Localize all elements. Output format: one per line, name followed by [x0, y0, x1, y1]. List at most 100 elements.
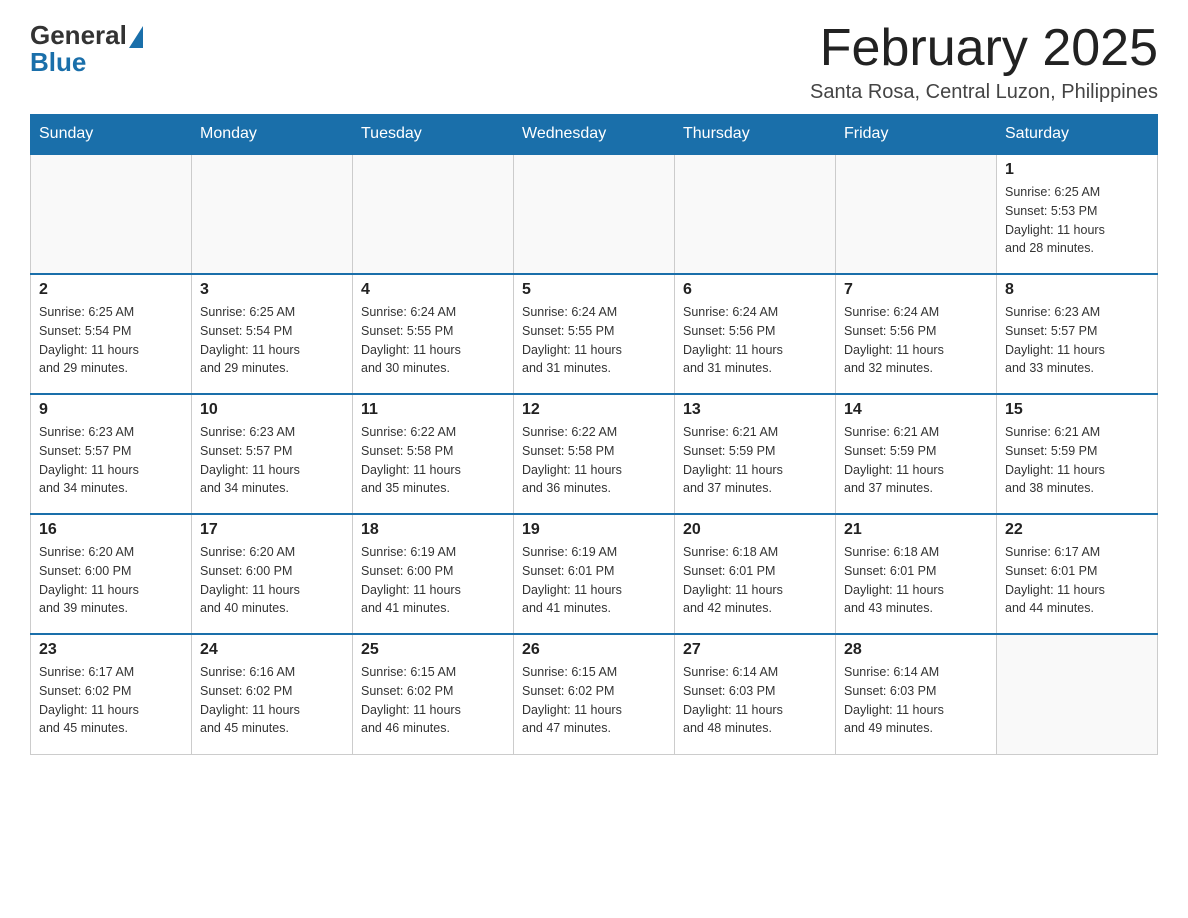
- day-info: Sunrise: 6:24 AM Sunset: 5:56 PM Dayligh…: [844, 303, 988, 378]
- day-info: Sunrise: 6:19 AM Sunset: 6:00 PM Dayligh…: [361, 543, 505, 618]
- day-info: Sunrise: 6:14 AM Sunset: 6:03 PM Dayligh…: [683, 663, 827, 738]
- table-row: 18 Sunrise: 6:19 AM Sunset: 6:00 PM Dayli…: [353, 514, 514, 634]
- day-info: Sunrise: 6:18 AM Sunset: 6:01 PM Dayligh…: [683, 543, 827, 618]
- day-number: 24: [200, 641, 344, 659]
- day-info: Sunrise: 6:20 AM Sunset: 6:00 PM Dayligh…: [200, 543, 344, 618]
- day-number: 21: [844, 521, 988, 539]
- day-info: Sunrise: 6:23 AM Sunset: 5:57 PM Dayligh…: [200, 423, 344, 498]
- day-number: 17: [200, 521, 344, 539]
- day-number: 13: [683, 401, 827, 419]
- table-row: 6Sunrise: 6:24 AM Sunset: 5:56 PM Daylig…: [675, 274, 836, 394]
- table-row: 15 Sunrise: 6:21 AM Sunset: 5:59 PM Dayli…: [997, 394, 1158, 514]
- logo-blue-text: Blue: [30, 47, 86, 78]
- table-row: [31, 154, 192, 274]
- day-info: Sunrise: 6:17 AM Sunset: 6:02 PM Dayligh…: [39, 663, 183, 738]
- col-thursday: Thursday: [675, 115, 836, 155]
- table-row: 4 Sunrise: 6:24 AM Sunset: 5:55 PM Daylig…: [353, 274, 514, 394]
- day-info: Sunrise: 6:15 AM Sunset: 6:02 PM Dayligh…: [522, 663, 666, 738]
- day-number: 1: [1005, 161, 1149, 179]
- table-row: 26 Sunrise: 6:15 AM Sunset: 6:02 PM Dayli…: [514, 634, 675, 754]
- col-monday: Monday: [192, 115, 353, 155]
- calendar-week-row: 9 Sunrise: 6:23 AM Sunset: 5:57 PM Daylig…: [31, 394, 1158, 514]
- day-number: 5: [522, 281, 666, 299]
- location-subtitle: Santa Rosa, Central Luzon, Philippines: [810, 81, 1158, 104]
- table-row: [836, 154, 997, 274]
- table-row: 13 Sunrise: 6:21 AM Sunset: 5:59 PM Dayli…: [675, 394, 836, 514]
- day-number: 20: [683, 521, 827, 539]
- day-number: 12: [522, 401, 666, 419]
- table-row: 8 Sunrise: 6:23 AM Sunset: 5:57 PM Daylig…: [997, 274, 1158, 394]
- day-info: Sunrise: 6:23 AM Sunset: 5:57 PM Dayligh…: [1005, 303, 1149, 378]
- day-info: Sunrise: 6:21 AM Sunset: 5:59 PM Dayligh…: [1005, 423, 1149, 498]
- day-number: 11: [361, 401, 505, 419]
- col-tuesday: Tuesday: [353, 115, 514, 155]
- day-number: 15: [1005, 401, 1149, 419]
- day-info: Sunrise: 6:22 AM Sunset: 5:58 PM Dayligh…: [361, 423, 505, 498]
- table-row: 7 Sunrise: 6:24 AM Sunset: 5:56 PM Daylig…: [836, 274, 997, 394]
- table-row: 2 Sunrise: 6:25 AM Sunset: 5:54 PM Daylig…: [31, 274, 192, 394]
- day-info: Sunrise: 6:24 AM Sunset: 5:55 PM Dayligh…: [522, 303, 666, 378]
- day-number: 25: [361, 641, 505, 659]
- col-wednesday: Wednesday: [514, 115, 675, 155]
- day-number: 28: [844, 641, 988, 659]
- table-row: 24 Sunrise: 6:16 AM Sunset: 6:02 PM Dayli…: [192, 634, 353, 754]
- logo: General Blue: [30, 20, 143, 78]
- day-number: 4: [361, 281, 505, 299]
- calendar-week-row: 23 Sunrise: 6:17 AM Sunset: 6:02 PM Dayli…: [31, 634, 1158, 754]
- day-info: Sunrise: 6:21 AM Sunset: 5:59 PM Dayligh…: [683, 423, 827, 498]
- day-number: 19: [522, 521, 666, 539]
- calendar-week-row: 1 Sunrise: 6:25 AM Sunset: 5:53 PM Daylig…: [31, 154, 1158, 274]
- day-number: 8: [1005, 281, 1149, 299]
- table-row: [353, 154, 514, 274]
- month-title: February 2025: [810, 20, 1158, 77]
- table-row: 5 Sunrise: 6:24 AM Sunset: 5:55 PM Daylig…: [514, 274, 675, 394]
- table-row: 12 Sunrise: 6:22 AM Sunset: 5:58 PM Dayli…: [514, 394, 675, 514]
- day-info: Sunrise: 6:15 AM Sunset: 6:02 PM Dayligh…: [361, 663, 505, 738]
- table-row: 23 Sunrise: 6:17 AM Sunset: 6:02 PM Dayli…: [31, 634, 192, 754]
- day-info: Sunrise: 6:22 AM Sunset: 5:58 PM Dayligh…: [522, 423, 666, 498]
- table-row: 11 Sunrise: 6:22 AM Sunset: 5:58 PM Dayli…: [353, 394, 514, 514]
- day-number: 18: [361, 521, 505, 539]
- table-row: 25 Sunrise: 6:15 AM Sunset: 6:02 PM Dayli…: [353, 634, 514, 754]
- table-row: 17 Sunrise: 6:20 AM Sunset: 6:00 PM Dayli…: [192, 514, 353, 634]
- calendar-week-row: 16 Sunrise: 6:20 AM Sunset: 6:00 PM Dayli…: [31, 514, 1158, 634]
- day-number: 22: [1005, 521, 1149, 539]
- calendar-table: Sunday Monday Tuesday Wednesday Thursday…: [30, 114, 1158, 755]
- day-info: Sunrise: 6:17 AM Sunset: 6:01 PM Dayligh…: [1005, 543, 1149, 618]
- col-friday: Friday: [836, 115, 997, 155]
- table-row: 20 Sunrise: 6:18 AM Sunset: 6:01 PM Dayli…: [675, 514, 836, 634]
- table-row: 27Sunrise: 6:14 AM Sunset: 6:03 PM Dayli…: [675, 634, 836, 754]
- day-info: Sunrise: 6:14 AM Sunset: 6:03 PM Dayligh…: [844, 663, 988, 738]
- day-number: 26: [522, 641, 666, 659]
- day-number: 7: [844, 281, 988, 299]
- day-info: Sunrise: 6:21 AM Sunset: 5:59 PM Dayligh…: [844, 423, 988, 498]
- day-number: 14: [844, 401, 988, 419]
- day-info: Sunrise: 6:25 AM Sunset: 5:54 PM Dayligh…: [200, 303, 344, 378]
- day-info: Sunrise: 6:16 AM Sunset: 6:02 PM Dayligh…: [200, 663, 344, 738]
- day-number: 10: [200, 401, 344, 419]
- day-info: Sunrise: 6:20 AM Sunset: 6:00 PM Dayligh…: [39, 543, 183, 618]
- calendar-header-row: Sunday Monday Tuesday Wednesday Thursday…: [31, 115, 1158, 155]
- table-row: 22 Sunrise: 6:17 AM Sunset: 6:01 PM Dayli…: [997, 514, 1158, 634]
- day-info: Sunrise: 6:24 AM Sunset: 5:55 PM Dayligh…: [361, 303, 505, 378]
- day-number: 23: [39, 641, 183, 659]
- day-info: Sunrise: 6:25 AM Sunset: 5:54 PM Dayligh…: [39, 303, 183, 378]
- title-section: February 2025 Santa Rosa, Central Luzon,…: [810, 20, 1158, 104]
- table-row: 19Sunrise: 6:19 AM Sunset: 6:01 PM Dayli…: [514, 514, 675, 634]
- table-row: 28 Sunrise: 6:14 AM Sunset: 6:03 PM Dayli…: [836, 634, 997, 754]
- day-info: Sunrise: 6:25 AM Sunset: 5:53 PM Dayligh…: [1005, 183, 1149, 258]
- table-row: [514, 154, 675, 274]
- logo-triangle-icon: [129, 26, 143, 48]
- day-number: 9: [39, 401, 183, 419]
- day-number: 2: [39, 281, 183, 299]
- day-number: 16: [39, 521, 183, 539]
- day-info: Sunrise: 6:18 AM Sunset: 6:01 PM Dayligh…: [844, 543, 988, 618]
- day-info: Sunrise: 6:23 AM Sunset: 5:57 PM Dayligh…: [39, 423, 183, 498]
- table-row: 1 Sunrise: 6:25 AM Sunset: 5:53 PM Daylig…: [997, 154, 1158, 274]
- table-row: 9 Sunrise: 6:23 AM Sunset: 5:57 PM Daylig…: [31, 394, 192, 514]
- day-number: 6: [683, 281, 827, 299]
- table-row: [192, 154, 353, 274]
- table-row: [675, 154, 836, 274]
- col-saturday: Saturday: [997, 115, 1158, 155]
- day-number: 3: [200, 281, 344, 299]
